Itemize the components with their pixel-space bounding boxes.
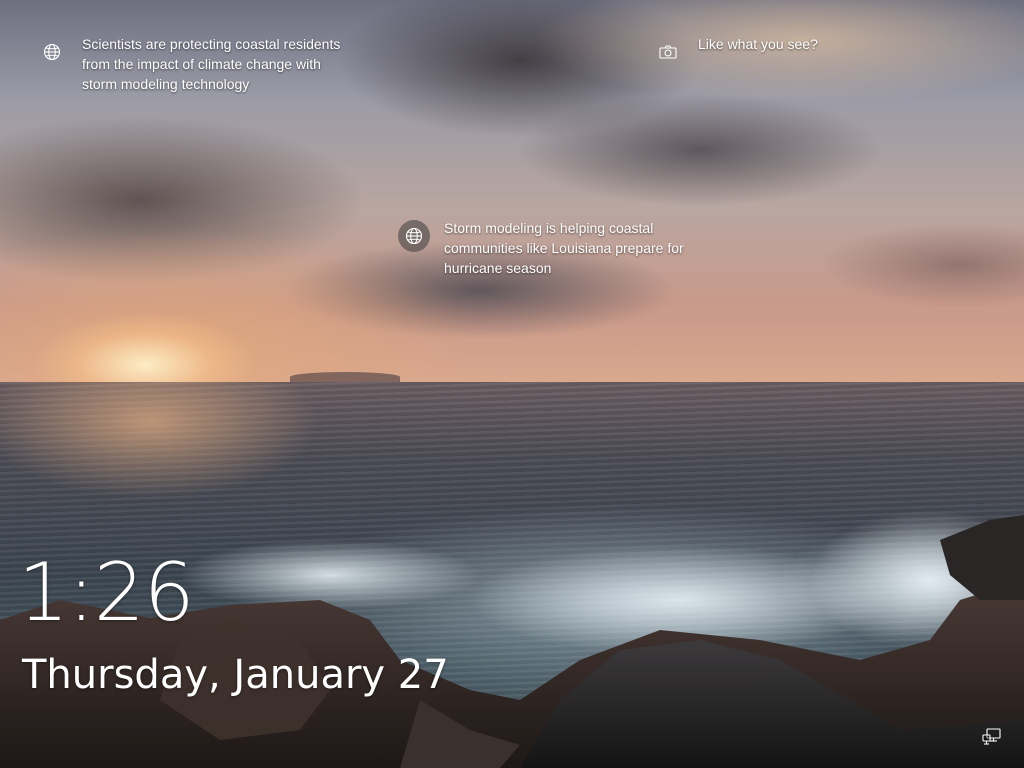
globe-icon [36, 36, 68, 68]
camera-icon [652, 36, 684, 68]
spotlight-caption-2[interactable]: Storm modeling is helping coastal commun… [444, 218, 684, 278]
spotlight-item-1[interactable]: Scientists are protecting coastal reside… [36, 36, 340, 94]
lock-screen[interactable]: Scientists are protecting coastal reside… [0, 0, 1024, 768]
lock-clock: 1:26 [18, 546, 195, 639]
spotlight-caption-1[interactable]: Scientists are protecting coastal reside… [82, 34, 340, 94]
spotlight-caption-feedback[interactable]: Like what you see? [698, 34, 818, 54]
lock-date: Thursday, January 27 [22, 652, 449, 698]
spotlight-feedback[interactable]: Like what you see? [652, 36, 818, 68]
spotlight-item-2[interactable]: Storm modeling is helping coastal commun… [398, 220, 684, 278]
network-icon[interactable] [980, 725, 1004, 749]
globe-icon [398, 220, 430, 252]
